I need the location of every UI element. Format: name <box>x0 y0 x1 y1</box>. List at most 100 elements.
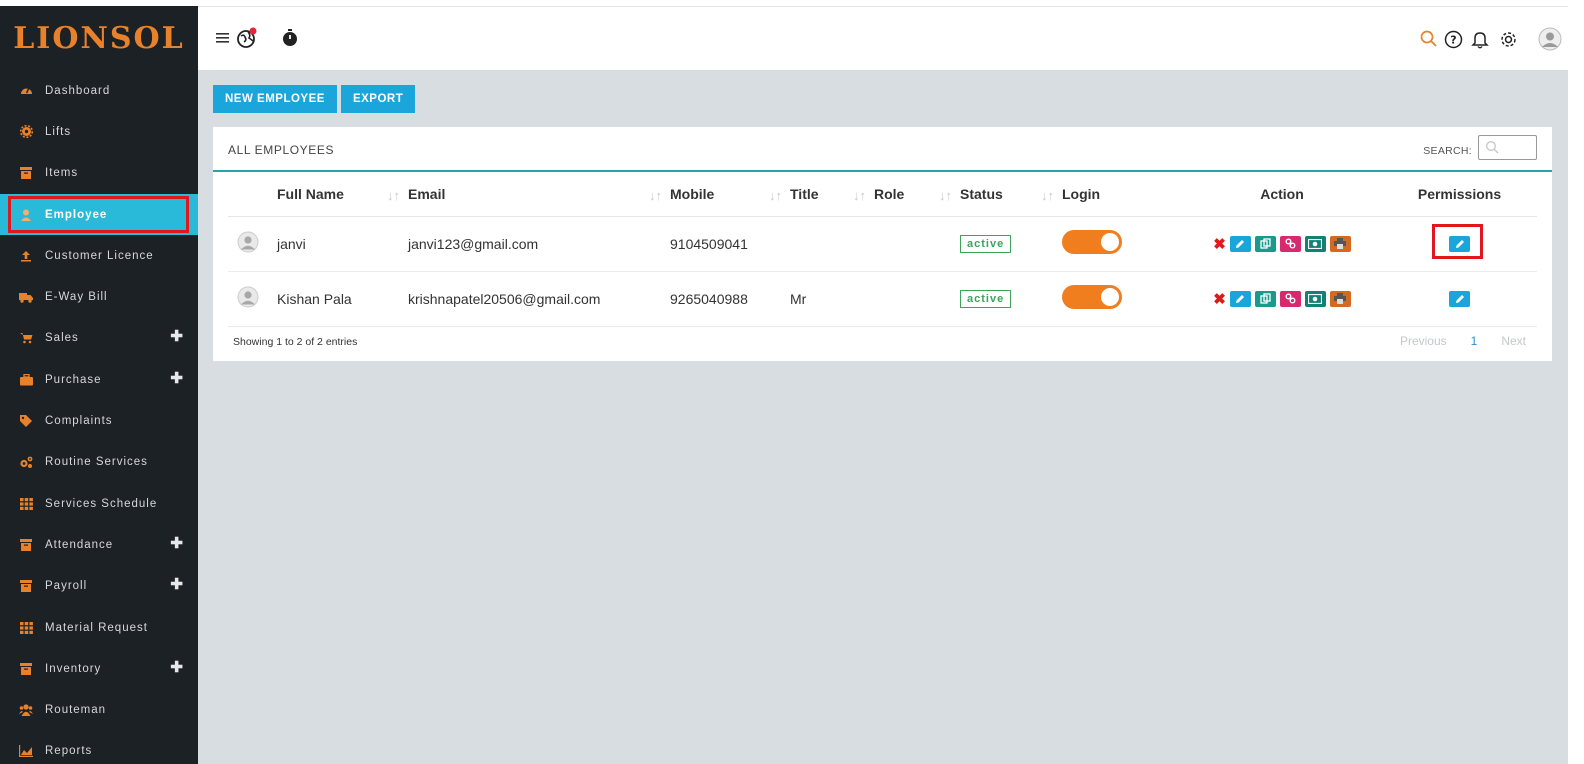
edit-icon[interactable] <box>1229 290 1251 307</box>
top-border <box>198 0 1584 7</box>
sidebar-item-sales[interactable]: Sales ✚ <box>0 318 198 359</box>
globe-icon[interactable] <box>236 27 258 49</box>
avatar-column-header <box>228 173 277 217</box>
brand-logo[interactable]: LIONSOL <box>0 6 198 70</box>
employees-table: Full Name ↓↑ Email ↓↑ Mobile ↓↑ Title ↓↑ Rol… <box>228 173 1537 327</box>
link-icon[interactable] <box>1279 290 1301 307</box>
help-icon[interactable]: ? <box>1444 30 1463 49</box>
edit-icon[interactable] <box>1229 235 1251 252</box>
login-toggle[interactable] <box>1062 230 1122 254</box>
sidebar-item-label: Customer Licence <box>45 249 154 262</box>
column-header-role[interactable]: Role ↓↑ <box>874 173 960 217</box>
sort-icon[interactable]: ↓↑ <box>939 188 952 203</box>
user-avatar-icon[interactable] <box>1538 27 1562 51</box>
status-badge: active <box>960 290 1012 308</box>
sort-icon[interactable]: ↓↑ <box>649 188 662 203</box>
expand-plus-icon[interactable]: ✚ <box>170 328 184 346</box>
column-header-title[interactable]: Title ↓↑ <box>790 173 874 217</box>
sidebar-item-payroll[interactable]: Payroll ✚ <box>0 566 198 607</box>
sidebar-item-label: Lifts <box>45 125 72 138</box>
bell-icon[interactable] <box>1471 30 1489 49</box>
column-header-mobile[interactable]: Mobile ↓↑ <box>670 173 790 217</box>
users-icon <box>19 703 33 717</box>
sidebar-item-purchase[interactable]: Purchase ✚ <box>0 359 198 400</box>
expand-plus-icon[interactable]: ✚ <box>170 369 184 387</box>
sidebar-item-attendance[interactable]: Attendance ✚ <box>0 524 198 565</box>
logo-text: LIONSOL <box>13 20 185 56</box>
sidebar-item-dashboard[interactable]: Dashboard <box>0 70 198 111</box>
sidebar-item-material-request[interactable]: Material Request <box>0 607 198 648</box>
sidebar-item-employee[interactable]: Employee <box>0 193 198 236</box>
tag-icon <box>19 414 33 428</box>
sidebar-item-services-schedule[interactable]: Services Schedule <box>0 483 198 524</box>
svg-text:?: ? <box>1450 33 1456 46</box>
card-title: ALL EMPLOYEES <box>228 143 335 157</box>
page-1-button[interactable]: 1 <box>1471 334 1478 348</box>
toggle-knob <box>1101 233 1119 251</box>
column-header-full-name[interactable]: Full Name ↓↑ <box>277 173 408 217</box>
sort-icon[interactable]: ↓↑ <box>1041 188 1054 203</box>
search-input[interactable] <box>1478 135 1537 160</box>
delete-icon[interactable]: ✖ <box>1213 290 1226 308</box>
sidebar-item-label: Purchase <box>45 373 102 386</box>
print-icon[interactable] <box>1329 290 1351 307</box>
sidebar-item-routine-services[interactable]: Routine Services <box>0 442 198 483</box>
sort-icon[interactable]: ↓↑ <box>853 188 866 203</box>
sidebar-item-routeman[interactable]: Routeman <box>0 689 198 730</box>
sidebar-item-label: Inventory <box>45 662 102 675</box>
search-field-icon <box>1485 140 1499 159</box>
login-toggle[interactable] <box>1062 285 1122 309</box>
sidebar-item-complaints[interactable]: Complaints <box>0 400 198 441</box>
search-icon[interactable] <box>1420 30 1438 48</box>
expand-plus-icon[interactable]: ✚ <box>170 658 184 676</box>
column-header-email[interactable]: Email ↓↑ <box>408 173 670 217</box>
sidebar-item-label: E-Way Bill <box>45 291 108 304</box>
copy-icon[interactable] <box>1254 290 1276 307</box>
permissions-edit-icon[interactable] <box>1449 290 1470 307</box>
expand-plus-icon[interactable]: ✚ <box>170 534 184 552</box>
main-content: NEW EMPLOYEE EXPORT ALL EMPLOYEES SEARCH… <box>198 70 1568 764</box>
sidebar-item-label: Payroll <box>45 580 88 593</box>
upload-icon <box>19 249 33 263</box>
next-page-button[interactable]: Next <box>1501 334 1526 348</box>
sort-icon[interactable]: ↓↑ <box>387 188 400 203</box>
sort-icon[interactable]: ↓↑ <box>769 188 782 203</box>
column-header-status[interactable]: Status ↓↑ <box>960 173 1062 217</box>
sidebar-item-label: Dashboard <box>45 84 111 97</box>
table-row: Kishan Pala krishnapatel20506@gmail.com 92… <box>228 271 1537 327</box>
link-icon[interactable] <box>1279 235 1301 252</box>
sidebar-nav: Dashboard Lifts Items Employee Customer Lice… <box>0 70 198 764</box>
page-scrollbar[interactable] <box>1568 0 1584 764</box>
sidebar-item-e-way-bill[interactable]: E-Way Bill <box>0 276 198 317</box>
sidebar-item-inventory[interactable]: Inventory ✚ <box>0 648 198 689</box>
pagination: Previous 1 Next <box>1376 334 1526 348</box>
truck-icon <box>19 290 33 304</box>
hamburger-menu-icon[interactable] <box>216 32 230 44</box>
sidebar-item-items[interactable]: Items <box>0 153 198 194</box>
sidebar-item-lifts[interactable]: Lifts <box>0 111 198 152</box>
table-row: janvi janvi123@gmail.com 9104509041 active ✖ <box>228 216 1537 272</box>
export-button[interactable]: EXPORT <box>340 85 416 113</box>
sidebar-item-customer-licence[interactable]: Customer Licence <box>0 235 198 276</box>
stopwatch-icon[interactable] <box>282 29 298 47</box>
table-info: Showing 1 to 2 of 2 entries <box>233 336 358 348</box>
copy-icon[interactable] <box>1254 235 1276 252</box>
sidebar-item-label: Employee <box>45 208 108 221</box>
sidebar-item-label: Items <box>45 167 79 180</box>
gear-icon[interactable] <box>1499 30 1518 49</box>
previous-page-button[interactable]: Previous <box>1400 334 1447 348</box>
cell-email: krishnapatel20506@gmail.com <box>408 271 670 327</box>
cell-full-name: Kishan Pala <box>277 271 408 327</box>
cell-email: janvi123@gmail.com <box>408 216 670 272</box>
delete-icon[interactable]: ✖ <box>1213 235 1226 253</box>
money-icon[interactable] <box>1304 290 1326 307</box>
user-icon <box>19 208 33 222</box>
new-employee-button[interactable]: NEW EMPLOYEE <box>213 85 337 113</box>
money-icon[interactable] <box>1304 235 1326 252</box>
sidebar-item-label: Material Request <box>45 621 148 634</box>
sidebar-item-label: Sales <box>45 332 79 345</box>
column-header-action: Action <box>1182 173 1382 217</box>
expand-plus-icon[interactable]: ✚ <box>170 575 184 593</box>
sidebar-item-reports[interactable]: Reports <box>0 731 198 764</box>
print-icon[interactable] <box>1329 235 1351 252</box>
